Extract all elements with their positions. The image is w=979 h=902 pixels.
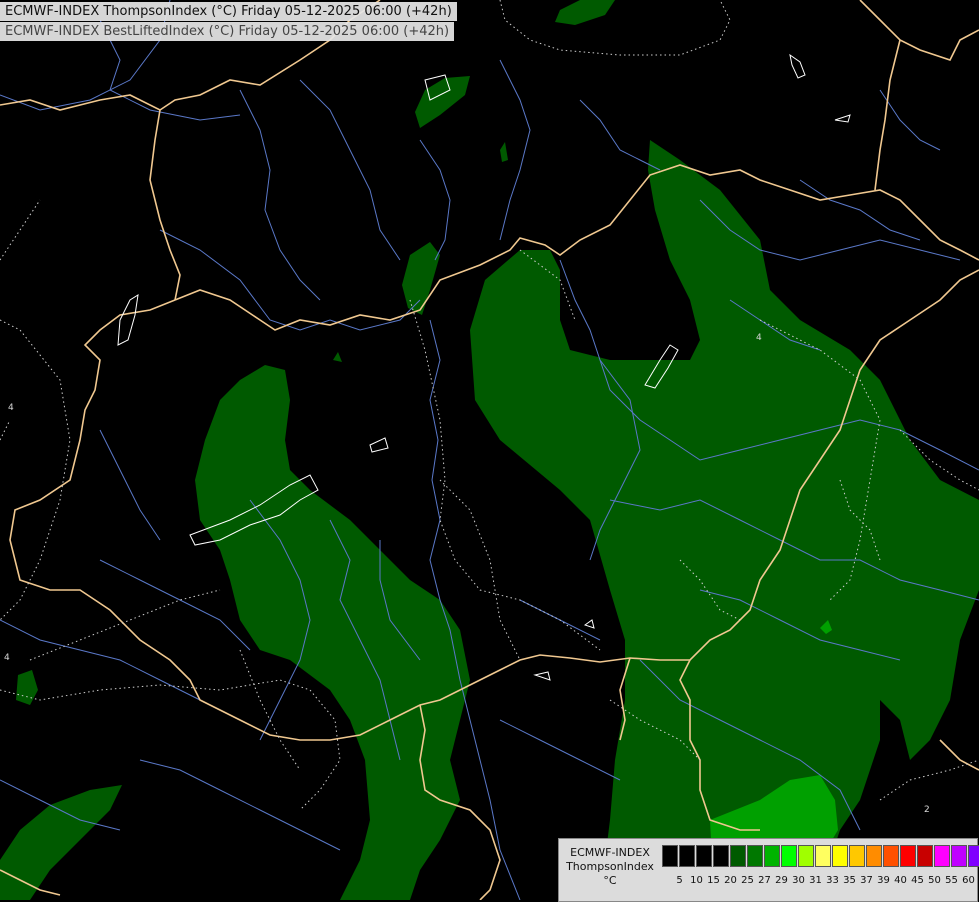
contour-label: 2: [924, 805, 930, 815]
legend-swatch: [662, 845, 678, 867]
map-title-thompson: ECMWF-INDEX ThompsonIndex (°C) Friday 05…: [0, 2, 457, 21]
legend-swatch: [849, 845, 865, 867]
legend-swatch: [696, 845, 712, 867]
legend-swatch: [764, 845, 780, 867]
legend-tick-label: 15: [707, 875, 720, 886]
legend-tick-label: 25: [741, 875, 754, 886]
legend-swatch: [866, 845, 882, 867]
legend-tick-label: 33: [826, 875, 839, 886]
legend-swatch: [951, 845, 967, 867]
legend-swatch: [900, 845, 916, 867]
legend-swatch: [968, 845, 979, 867]
legend-tick-label: 5: [676, 875, 683, 886]
legend-tick-label: 37: [860, 875, 873, 886]
legend-tick-label: 30: [792, 875, 805, 886]
legend-tick-label: 29: [775, 875, 788, 886]
legend-tick-label: 40: [894, 875, 907, 886]
legend-swatch: [934, 845, 950, 867]
legend-swatch: [798, 845, 814, 867]
legend-tick-label: 35: [843, 875, 856, 886]
legend-tick-spacer: [662, 875, 671, 886]
legend-swatch: [781, 845, 797, 867]
color-legend: ECMWF-INDEX ThompsonIndex °C 5 10 15 20 25 27…: [558, 838, 979, 902]
legend-unit: °C: [603, 874, 617, 887]
legend-tick-label: 39: [877, 875, 890, 886]
legend-swatch: [815, 845, 831, 867]
legend-ticks: 5 10 15 20 25 27 29 30 31 33 35 37 39 40 45 50 55 60: [662, 875, 977, 886]
legend-tick-label: 60: [962, 875, 975, 886]
legend-tick-label: 31: [809, 875, 822, 886]
contour-label: 4: [756, 333, 762, 343]
legend-tick-label: 20: [724, 875, 737, 886]
legend-tick-label: 27: [758, 875, 771, 886]
legend-swatch: [883, 845, 899, 867]
legend-tick-label: 10: [690, 875, 703, 886]
legend-tick-label: 45: [911, 875, 924, 886]
legend-swatch: [713, 845, 729, 867]
legend-model: ECMWF-INDEX: [570, 846, 650, 859]
contour-label: 4: [4, 653, 10, 663]
legend-swatch: [679, 845, 695, 867]
weather-map: 4 4 4 2: [0, 0, 979, 900]
legend-swatch: [747, 845, 763, 867]
legend-tick-label: 50: [928, 875, 941, 886]
legend-tick-label: 55: [945, 875, 958, 886]
legend-swatch: [832, 845, 848, 867]
legend-swatch: [730, 845, 746, 867]
legend-parameter: ThompsonIndex: [566, 860, 654, 873]
legend-swatch: [917, 845, 933, 867]
legend-swatches: [662, 845, 979, 867]
contour-label: 4: [8, 403, 14, 413]
map-title-bestlifted: ECMWF-INDEX BestLiftedIndex (°C) Friday …: [0, 22, 455, 41]
legend-label: ECMWF-INDEX ThompsonIndex °C: [563, 846, 657, 888]
